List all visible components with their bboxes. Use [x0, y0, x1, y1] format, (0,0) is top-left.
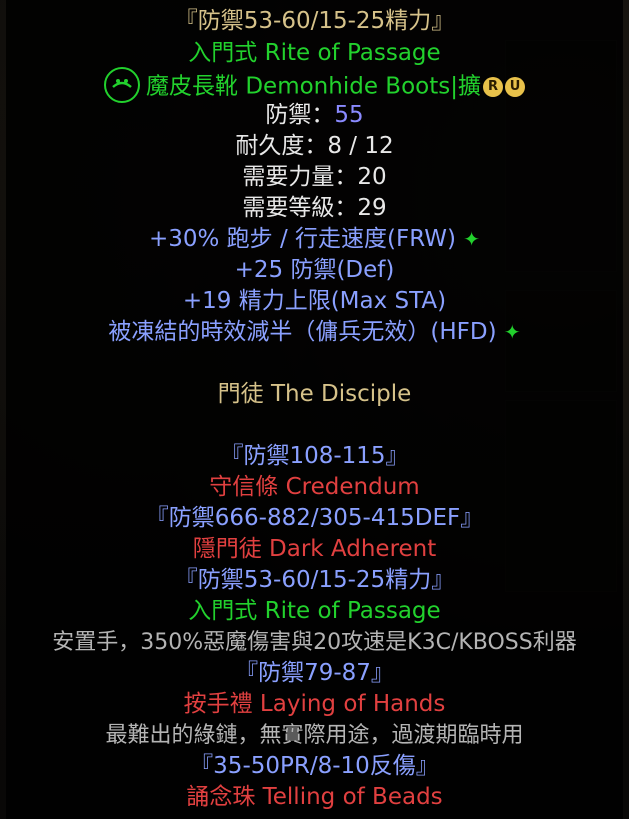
set-item-icon: [104, 67, 141, 103]
set-name: 入門式 Rite of Passage: [188, 40, 441, 66]
set-item-name: 入門式 Rite of Passage: [188, 598, 441, 624]
defense-label: 防禦：: [265, 102, 335, 128]
set-item-name: 隱門徒 Dark Adherent: [192, 536, 437, 562]
req-level-line: 需要等級：29: [242, 195, 387, 221]
item-tooltip: 『防禦53-60/15-25精力』 入門式 Rite of Passage 魔皮…: [6, 0, 623, 819]
set-comment: 最難出的綠鏈，無實際用途，過渡期臨時用: [105, 723, 524, 748]
affix-text: 被凍結的時效減半（傭兵无效）(HFD): [108, 319, 497, 345]
durability-line: 耐久度：8 / 12: [235, 133, 394, 159]
defense-value: 55: [334, 102, 364, 128]
affix-line: +30% 跑步 / 行走速度(FRW) ✦: [6, 224, 623, 255]
set-item-name: 誦念珠 Telling of Beads: [186, 784, 443, 810]
set-comment: 安置手，350%惡魔傷害與20攻速是K3C/KBOSS利器: [52, 630, 577, 655]
set-title: 門徒 The Disciple: [217, 381, 412, 407]
affix-line: 被凍結的時效減半（傭兵无效）(HFD) ✦: [6, 317, 623, 348]
sparkle-icon: ✦: [503, 320, 521, 344]
item-base-label: 魔皮長靴 Demonhide Boots|擴: [146, 73, 481, 100]
set-item-name: 守信條 Credendum: [209, 474, 420, 500]
rune-badge-u: U: [504, 77, 525, 97]
set-note: 『35-50PR/8-10反傷』: [190, 753, 439, 779]
set-note: 『防禦53-60/15-25精力』: [174, 567, 455, 593]
set-note: 『防禦79-87』: [235, 660, 394, 686]
affix-line: +19 精力上限(Max STA): [182, 288, 447, 314]
affix-text: +30% 跑步 / 行走速度(FRW): [148, 226, 456, 252]
defense-line: 防禦：55: [6, 100, 623, 131]
set-note: 『防禦666-882/305-415DEF』: [145, 505, 484, 531]
affix-line: +25 防禦(Def): [234, 257, 395, 283]
req-strength-line: 需要力量：20: [242, 164, 387, 190]
set-item-name: 按手禮 Laying of Hands: [183, 691, 446, 717]
rune-badge-r: R: [482, 77, 503, 97]
set-note: 『防禦108-115』: [220, 443, 409, 469]
tooltip-line: 『防禦53-60/15-25精力』: [174, 8, 455, 34]
sparkle-icon: ✦: [463, 227, 481, 251]
